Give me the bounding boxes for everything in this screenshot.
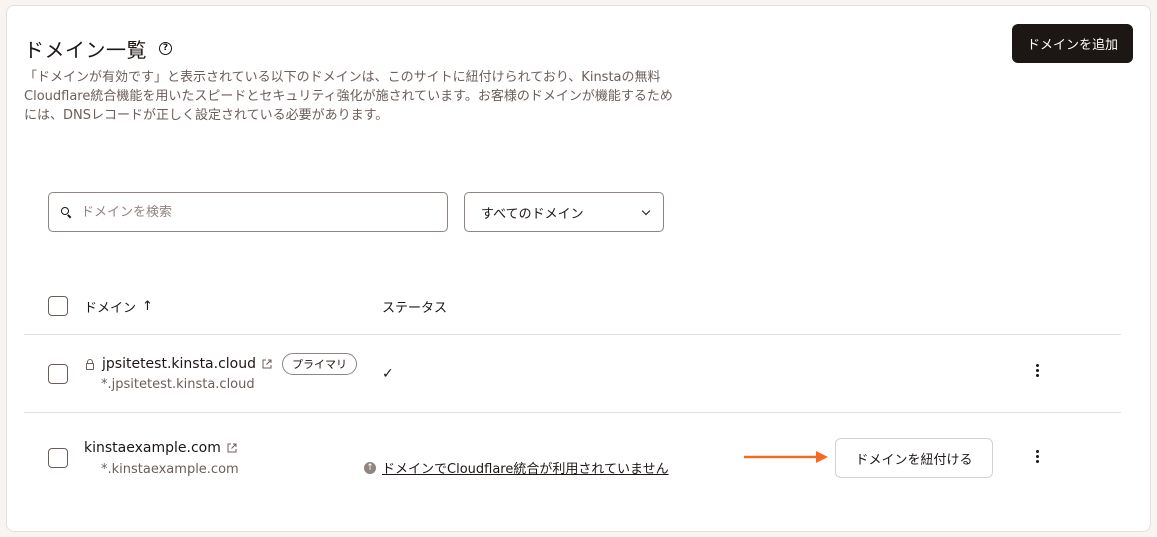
domain-row-primary: jpsitetest.kinsta.cloud プライマリ [86, 353, 357, 375]
chevron-down-icon [641, 206, 651, 215]
status-warning: ↑ ドメインでCloudflare統合が利用されていません [364, 458, 669, 477]
sort-ascending-icon: ↑ [142, 299, 153, 314]
search-input[interactable] [81, 204, 421, 220]
domain-filter-value: すべてのドメイン [481, 206, 584, 222]
add-domain-button[interactable]: ドメインを追加 [1011, 24, 1133, 63]
domain-row-secondary: kinstaexample.com [84, 440, 237, 456]
cloudflare-status-link[interactable]: ドメインでCloudflare統合が利用されていません [382, 458, 669, 477]
row-divider [24, 334, 1121, 335]
search-icon [61, 207, 71, 217]
external-link-icon[interactable] [227, 443, 237, 453]
status-check-icon: ✓ [382, 366, 394, 382]
lock-icon [86, 359, 94, 370]
primary-badge: プライマリ [282, 353, 357, 375]
title-row: ドメイン一覧 ? [24, 34, 172, 63]
search-box[interactable] [48, 192, 448, 232]
more-options-icon[interactable] [1036, 450, 1040, 463]
row-divider [24, 412, 1121, 413]
annotation-arrow-icon [744, 451, 828, 463]
wildcard-domain: *.kinstaexample.com [101, 462, 239, 477]
page-title: ドメイン一覧 [24, 38, 147, 62]
domain-name[interactable]: kinstaexample.com [84, 440, 221, 456]
page-description: 「ドメインが有効です」と表示されている以下のドメインは、このサイトに紐付けられて… [24, 70, 673, 123]
select-all-checkbox[interactable] [48, 296, 68, 316]
column-header-domain[interactable]: ドメイン ↑ [84, 297, 153, 316]
external-link-icon[interactable] [262, 359, 272, 369]
column-header-status: ステータス [382, 301, 448, 316]
row-checkbox[interactable] [48, 448, 68, 468]
help-icon[interactable]: ? [159, 42, 172, 55]
column-header-domain-label: ドメイン [84, 301, 137, 316]
domain-filter-select[interactable]: すべてのドメイン [464, 192, 664, 232]
more-options-icon[interactable] [1036, 364, 1040, 377]
arrow-up-circle-icon: ↑ [364, 461, 376, 474]
attach-domain-button[interactable]: ドメインを紐付ける [835, 438, 993, 478]
domain-name[interactable]: jpsitetest.kinsta.cloud [102, 356, 256, 372]
row-checkbox[interactable] [48, 364, 68, 384]
wildcard-domain: *.jpsitetest.kinsta.cloud [101, 377, 255, 392]
